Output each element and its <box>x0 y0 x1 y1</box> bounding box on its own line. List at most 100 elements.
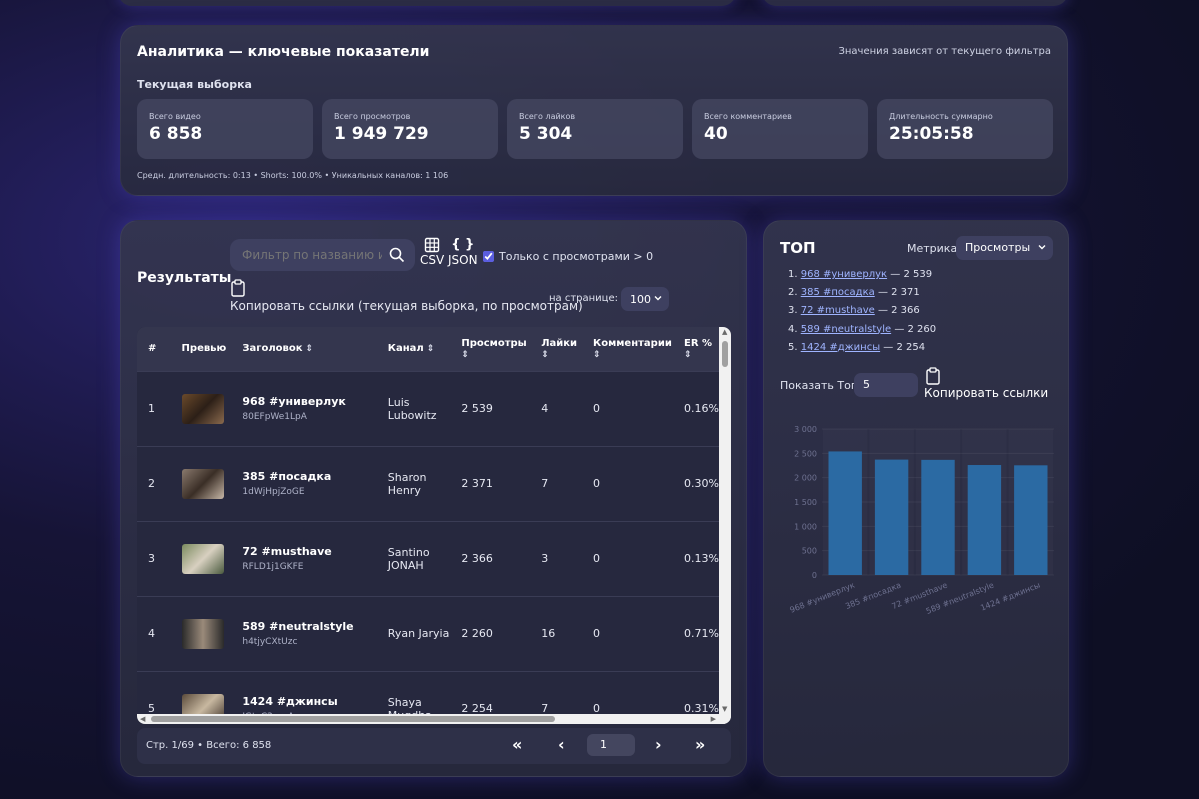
metric-select[interactable]: Просмотры <box>956 236 1053 260</box>
cell-views: 2 366 <box>461 552 493 565</box>
scroll-up-arrow-icon[interactable]: ▲ <box>722 328 727 336</box>
y-tick-label: 2 500 <box>794 449 817 458</box>
top-item-link[interactable]: 72 #musthave <box>801 305 875 316</box>
top-bar-chart: 05001 0001 5002 0002 5003 000968 #универ… <box>789 425 1054 616</box>
scrollbar-thumb[interactable] <box>722 341 728 367</box>
y-tick-label: 1 000 <box>794 522 817 531</box>
col-header-er[interactable]: ER % ⇕ <box>673 327 719 371</box>
kpi-label: Длительность суммарно <box>889 112 993 121</box>
chart-bar[interactable] <box>874 459 909 575</box>
chart-bar[interactable] <box>1014 465 1048 575</box>
col-header-title[interactable]: Заголовок ⇕ <box>231 327 376 371</box>
export-csv-button[interactable]: CSV <box>420 237 444 267</box>
prev-page-button[interactable]: ‹ <box>558 735 565 754</box>
per-page-label: на странице: <box>549 293 619 304</box>
export-json-button[interactable]: { } JSON <box>448 237 478 267</box>
sort-icon[interactable]: ⇕ <box>461 350 469 360</box>
col-header-preview: Превью <box>181 343 227 355</box>
video-thumbnail[interactable] <box>181 543 224 574</box>
y-tick-label: 0 <box>812 571 817 580</box>
cell-channel: Luis Lubowitz <box>387 395 437 422</box>
cell-likes: 4 <box>541 402 549 415</box>
analytics-summary: Средн. длительность: 0:13 • Shorts: 100.… <box>137 171 449 180</box>
sort-icon[interactable]: ⇕ <box>593 350 601 360</box>
video-title[interactable]: 968 #универлук <box>242 395 376 408</box>
top-list: 1. 968 #универлук — 2 539 2. 385 #посадк… <box>788 269 936 360</box>
y-tick-label: 1 500 <box>794 498 817 507</box>
kpi-value: 5 304 <box>519 124 573 144</box>
col-header-views[interactable]: Просмотры ⇕ <box>450 327 530 371</box>
cell-comments: 0 <box>593 552 601 565</box>
sort-icon[interactable]: ⇕ <box>427 344 435 354</box>
top-item-link[interactable]: 385 #посадка <box>801 287 875 298</box>
sort-icon[interactable]: ⇕ <box>684 350 692 360</box>
table-row[interactable]: 1 968 #универлук 80EFpWe1LpA Luis Lubowit… <box>137 371 719 446</box>
scroll-right-arrow-icon[interactable]: ▶ <box>711 715 716 723</box>
kpi-total-likes: Всего лайков 5 304 <box>507 99 683 159</box>
views-filter-checkbox[interactable] <box>483 251 494 262</box>
per-page-select[interactable]: 100 <box>621 287 669 311</box>
kpi-label: Всего лайков <box>519 112 576 121</box>
video-title[interactable]: 385 #посадка <box>242 470 376 483</box>
show-top-input[interactable]: 5 <box>854 373 918 397</box>
json-label: JSON <box>448 253 478 267</box>
list-item: 2. 385 #посадка — 2 371 <box>788 287 920 299</box>
top-item-link[interactable]: 1424 #джинсы <box>801 342 880 353</box>
cell-num: 1 <box>148 402 155 415</box>
video-id: h4tjyCXtUzc <box>242 637 298 647</box>
previous-card-edge <box>762 0 1068 6</box>
chart-bar[interactable] <box>828 451 862 575</box>
table-row[interactable]: 3 72 #musthave RFLD1j1GKFE Santino JONAH … <box>137 521 719 596</box>
video-title[interactable]: 589 #neutralstyle <box>242 620 376 633</box>
sort-icon[interactable]: ⇕ <box>306 344 314 354</box>
cell-channel: Ryan Jaryia <box>387 627 450 640</box>
views-filter-toggle[interactable]: Только с просмотрами > 0 <box>483 250 653 263</box>
y-tick-label: 3 000 <box>794 425 817 434</box>
video-title[interactable]: 72 #musthave <box>242 545 376 558</box>
next-page-button[interactable]: › <box>655 735 662 754</box>
search-input[interactable] <box>242 248 382 262</box>
col-header-likes[interactable]: Лайки ⇕ <box>530 327 582 371</box>
first-page-button[interactable]: « <box>512 735 522 754</box>
last-page-button[interactable]: » <box>695 735 705 754</box>
kpi-total-views: Всего просмотров 1 949 729 <box>322 99 498 159</box>
top-item-link[interactable]: 589 #neutralstyle <box>801 324 891 335</box>
analytics-title: Аналитика — ключевые показатели <box>137 44 430 60</box>
page-number-input[interactable]: 1 <box>587 734 635 756</box>
kpi-value: 1 949 729 <box>334 124 429 144</box>
clipboard-icon <box>231 279 245 297</box>
chart-bar[interactable] <box>967 465 1002 575</box>
col-header-channel[interactable]: Канал ⇕ <box>377 327 451 371</box>
video-thumbnail[interactable] <box>181 393 224 424</box>
kpi-total-videos: Всего видео 6 858 <box>137 99 313 159</box>
kpi-value: 40 <box>704 124 728 144</box>
kpi-total-duration: Длительность суммарно 25:05:58 <box>877 99 1053 159</box>
scroll-left-arrow-icon[interactable]: ◀ <box>140 715 145 723</box>
scrollbar-thumb[interactable] <box>151 716 555 722</box>
video-thumbnail[interactable] <box>181 618 224 649</box>
per-page-value: 100 <box>630 292 651 306</box>
search-icon[interactable] <box>389 247 405 263</box>
table-horizontal-scrollbar[interactable]: ◀ ▶ <box>137 714 731 724</box>
table-row[interactable]: 4 589 #neutralstyle h4tjyCXtUzc Ryan Jary… <box>137 596 719 671</box>
cell-comments: 0 <box>593 627 601 640</box>
analytics-subtitle: Текущая выборка <box>137 78 252 91</box>
copy-top-links-button[interactable]: Копировать ссылки <box>924 367 1048 400</box>
chevron-down-icon <box>1038 245 1046 250</box>
video-thumbnail[interactable] <box>181 468 224 499</box>
video-title[interactable]: 1424 #джинсы <box>242 695 376 708</box>
col-header-comments[interactable]: Комментарии ⇕ <box>582 327 673 371</box>
copy-links-button[interactable]: Копировать ссылки (текущая выборка, по п… <box>230 279 583 313</box>
table-row[interactable]: 2 385 #посадка 1dWjHpjZoGE Sharon Henry 2… <box>137 446 719 521</box>
chevron-down-icon <box>654 296 662 301</box>
sort-icon[interactable]: ⇕ <box>541 350 549 360</box>
results-table-container: # Превью Заголовок ⇕ Канал ⇕ Просмотры ⇕ Ла… <box>137 327 731 724</box>
top-item-link[interactable]: 968 #универлук <box>801 269 887 280</box>
table-vertical-scrollbar[interactable]: ▲ ▼ <box>719 327 731 724</box>
cell-er: 0.30% <box>683 477 719 490</box>
chart-bar[interactable] <box>921 459 955 575</box>
scroll-down-arrow-icon[interactable]: ▼ <box>722 705 727 713</box>
cell-num: 4 <box>148 627 155 640</box>
cell-views: 2 371 <box>461 477 493 490</box>
cell-channel: Sharon Henry <box>387 470 427 497</box>
